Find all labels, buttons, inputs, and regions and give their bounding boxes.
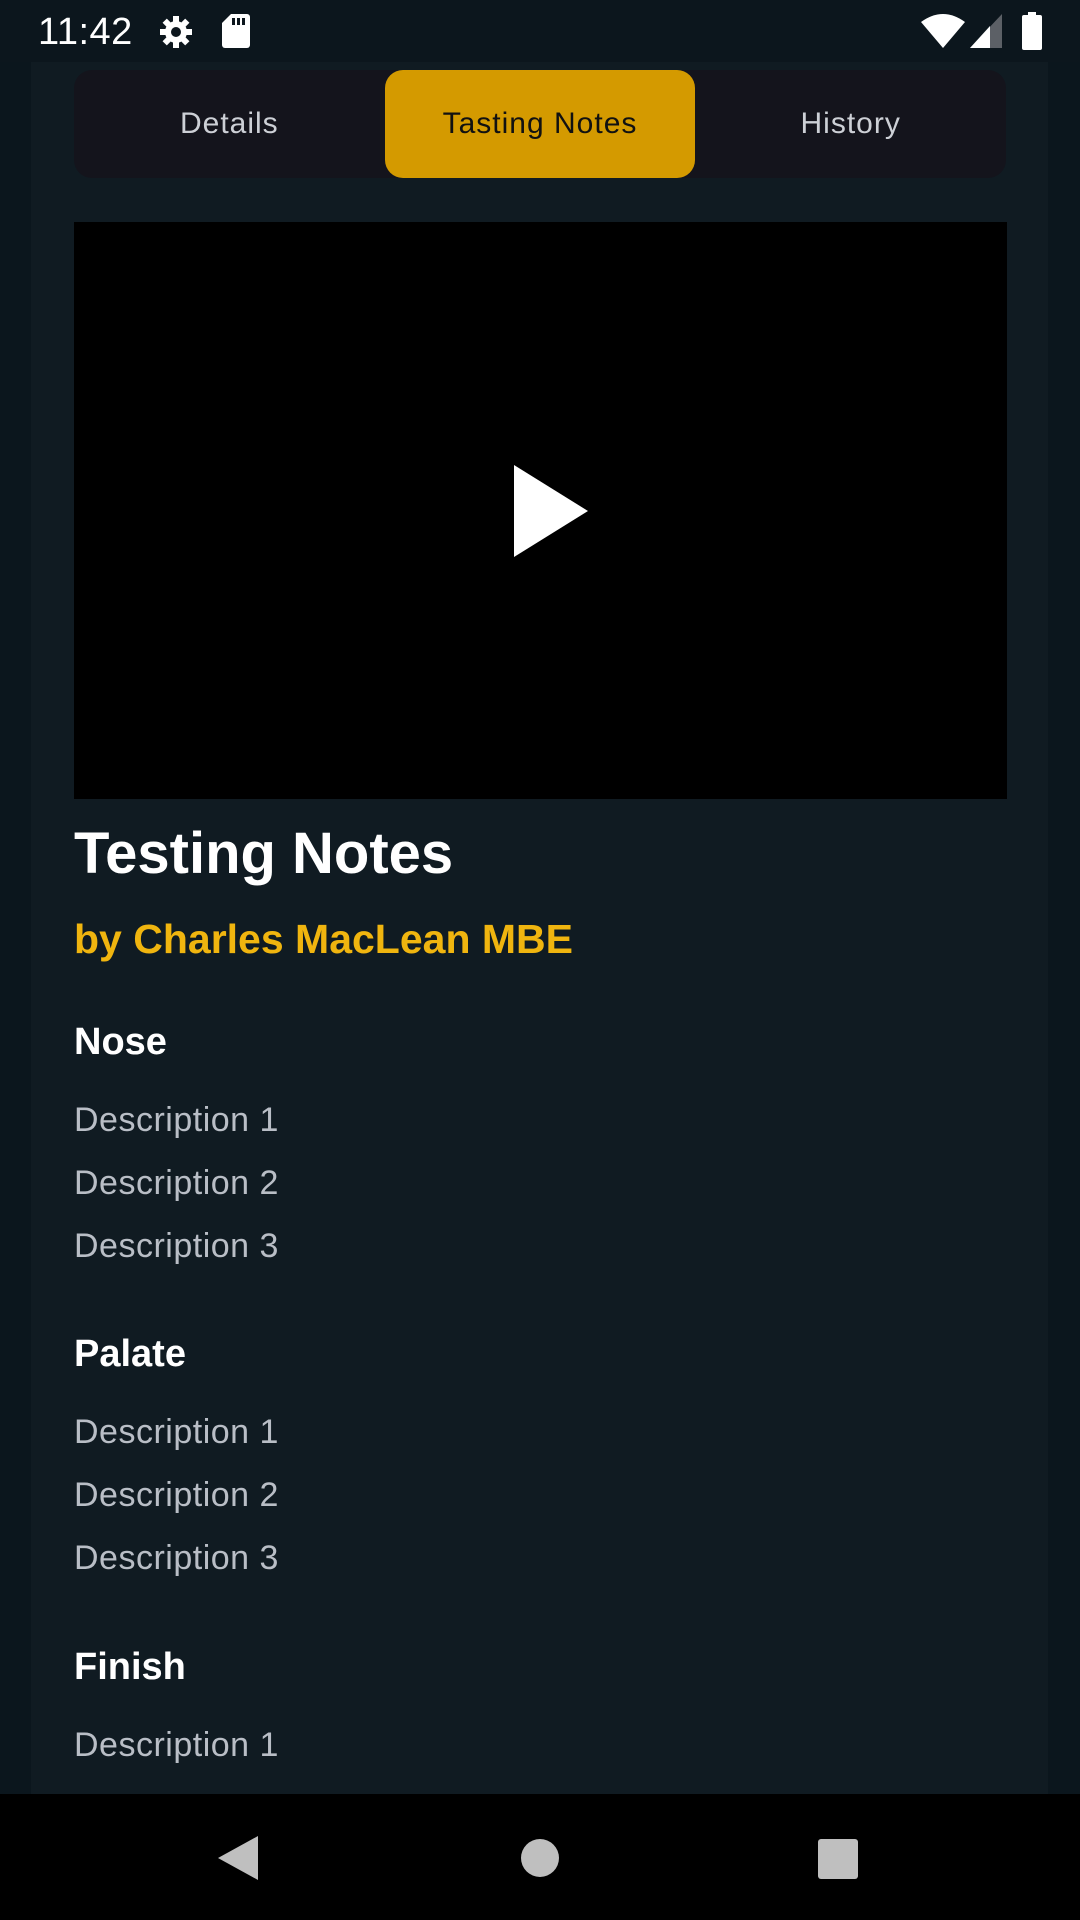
back-icon[interactable] [218, 1836, 258, 1880]
wifi-icon [921, 14, 965, 48]
section-heading-finish: Finish [74, 1646, 186, 1688]
list-item: Description 3 [74, 1539, 279, 1577]
page-title: Testing Notes [74, 821, 454, 886]
play-icon[interactable] [514, 465, 588, 557]
sd-card-icon [222, 14, 250, 48]
author-line: by Charles MacLean MBE [74, 916, 573, 962]
screen: 11:42 Details Tasting Notes History Test… [0, 0, 1080, 1920]
settings-icon [160, 16, 192, 48]
battery-icon [1022, 12, 1042, 50]
tab-history[interactable]: History [695, 70, 1006, 178]
tab-details[interactable]: Details [74, 70, 385, 178]
video-player[interactable] [74, 222, 1007, 799]
recents-icon[interactable] [818, 1839, 858, 1879]
navigation-bar [0, 1794, 1080, 1920]
cell-signal-icon [970, 14, 1002, 48]
status-time: 11:42 [38, 11, 133, 53]
list-item: Description 2 [74, 1476, 279, 1514]
home-icon[interactable] [521, 1839, 559, 1877]
status-bar: 11:42 [0, 0, 1080, 62]
tab-tasting-notes[interactable]: Tasting Notes [384, 70, 696, 178]
list-item: Description 1 [74, 1101, 279, 1139]
section-heading-nose: Nose [74, 1021, 167, 1063]
list-item: Description 3 [74, 1227, 279, 1265]
list-item: Description 1 [74, 1726, 279, 1764]
section-heading-palate: Palate [74, 1333, 186, 1375]
tab-bar: Details Tasting Notes History [74, 70, 1006, 178]
list-item: Description 2 [74, 1164, 279, 1202]
list-item: Description 1 [74, 1413, 279, 1451]
